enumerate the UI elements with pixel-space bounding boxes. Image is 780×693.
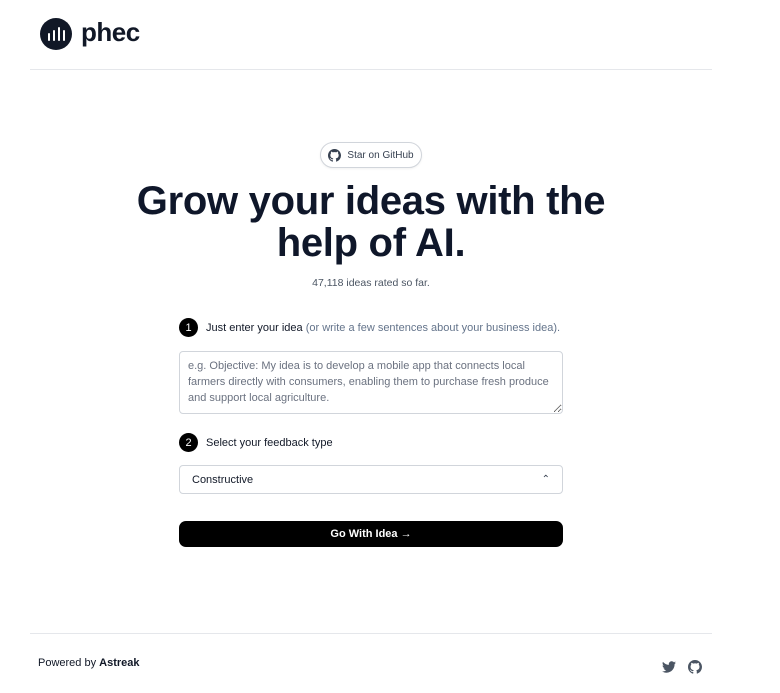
star-on-github-button[interactable]: Star on GitHub xyxy=(320,142,422,168)
astreak-link[interactable]: Astreak xyxy=(99,657,139,669)
hero-line-1: Grow your ideas with the xyxy=(136,179,606,223)
powered-by: Powered by Astreak xyxy=(38,657,140,669)
hero-title: Grow your ideas with the help of AI. xyxy=(0,180,742,264)
step-2-number: 2 xyxy=(179,433,198,452)
github-icon xyxy=(328,148,342,162)
step-1-hint: (or write a few sentences about your bus… xyxy=(305,321,561,334)
idea-input[interactable] xyxy=(179,351,563,414)
step-1-number: 1 xyxy=(179,318,198,337)
go-with-idea-button[interactable]: Go With Idea → xyxy=(179,521,563,547)
social-links xyxy=(662,660,702,674)
star-on-github-label: Star on GitHub xyxy=(347,149,414,161)
step-1-text: Just enter your idea xyxy=(206,321,303,334)
site-header: phec xyxy=(30,0,712,70)
ideas-counter: 47,118 ideas rated so far. xyxy=(312,277,430,289)
step-2-label: 2 Select your feedback type xyxy=(179,433,333,452)
brand-name[interactable]: phec xyxy=(81,17,140,48)
step-2-text: Select your feedback type xyxy=(206,436,333,449)
powered-by-prefix: Powered by xyxy=(38,657,97,669)
feedback-type-select[interactable]: Constructive ⌃ xyxy=(179,465,563,494)
hero-line-2: help of AI. xyxy=(276,221,466,265)
twitter-icon[interactable] xyxy=(662,660,676,674)
step-1-label: 1 Just enter your idea (or write a few s… xyxy=(179,318,560,337)
site-footer: Powered by Astreak xyxy=(30,633,712,693)
chevron-up-icon: ⌃ xyxy=(541,474,550,485)
bar-chart-logo-icon[interactable] xyxy=(40,18,72,50)
feedback-type-value: Constructive xyxy=(192,473,254,486)
github-icon[interactable] xyxy=(688,660,702,674)
